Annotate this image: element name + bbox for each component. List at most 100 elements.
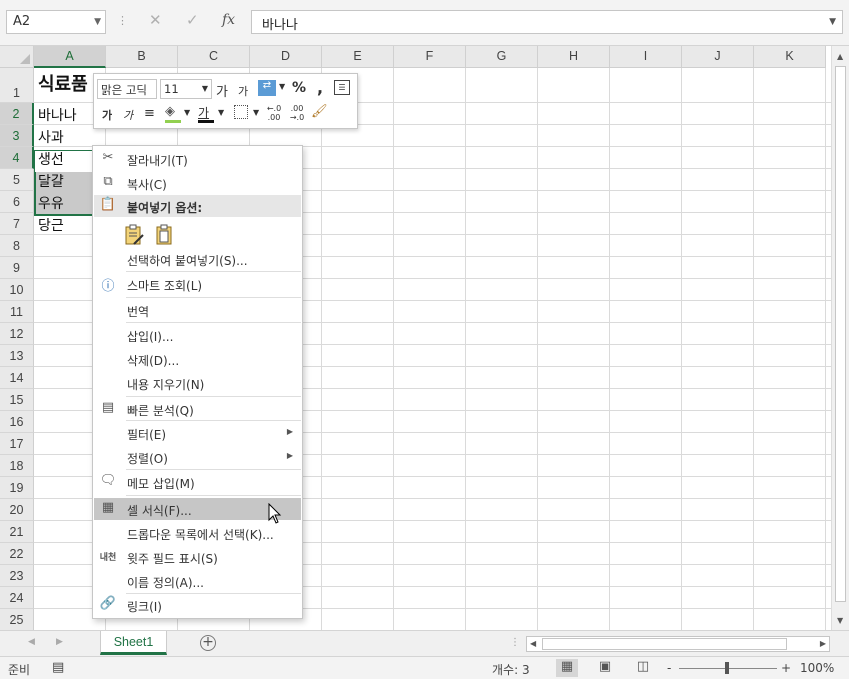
menu-item-translate[interactable]: 번역 — [94, 299, 301, 321]
row-header-2[interactable]: 2 — [0, 103, 34, 125]
enter-icon[interactable]: ✓ — [186, 11, 199, 29]
sheet-tab-sheet1[interactable]: Sheet1 — [100, 631, 167, 655]
row-header-25[interactable]: 25 — [0, 609, 34, 630]
horizontal-scrollbar[interactable]: ◀ ▶ — [526, 636, 830, 652]
menu-item-delete[interactable]: 삭제(D)... — [94, 348, 301, 370]
row-header-17[interactable]: 17 — [0, 433, 34, 455]
menu-item-define-name[interactable]: 이름 정의(A)... — [94, 570, 301, 592]
column-header-k[interactable]: K — [754, 46, 826, 68]
chevron-down-icon[interactable]: ▼ — [218, 108, 224, 117]
row-header-21[interactable]: 21 — [0, 521, 34, 543]
menu-item-quick-analysis[interactable]: ▤ 빠른 분석(Q) — [94, 398, 301, 420]
row-header-15[interactable]: 15 — [0, 389, 34, 411]
scroll-down-icon[interactable]: ▼ — [837, 616, 843, 625]
column-header-g[interactable]: G — [466, 46, 538, 68]
row-header-5[interactable]: 5 — [0, 169, 34, 191]
column-header-a[interactable]: A — [34, 46, 106, 68]
more-options-icon[interactable]: ⋮ — [510, 637, 520, 648]
row-header-18[interactable]: 18 — [0, 455, 34, 477]
column-header-b[interactable]: B — [106, 46, 178, 68]
percent-style-button[interactable]: % — [292, 80, 306, 96]
chevron-down-icon[interactable]: ▼ — [184, 108, 190, 117]
fill-color-icon[interactable]: ◈ — [165, 104, 175, 119]
column-header-d[interactable]: D — [250, 46, 322, 68]
menu-item-insert[interactable]: 삽입(I)... — [94, 324, 301, 346]
row-header-3[interactable]: 3 — [0, 125, 34, 147]
paste-icon[interactable] — [154, 224, 174, 246]
scroll-left-icon[interactable]: ◀ — [530, 639, 536, 648]
menu-item-cut[interactable]: ✂ 잘라내기(T) — [94, 148, 301, 170]
menu-item-sort[interactable]: 정렬(O) ▶ — [94, 446, 301, 468]
add-sheet-icon[interactable]: + — [200, 635, 216, 651]
menu-item-smart-lookup[interactable]: ⓘ 스마트 조회(L) — [94, 273, 301, 295]
row-header-9[interactable]: 9 — [0, 257, 34, 279]
cell-a3[interactable]: 사과 — [34, 127, 64, 147]
row-header-16[interactable]: 16 — [0, 411, 34, 433]
column-header-c[interactable]: C — [178, 46, 250, 68]
table-format-icon[interactable]: ☰ — [334, 80, 350, 95]
decrease-decimal-button[interactable]: .00 →.0 — [288, 104, 306, 122]
cell-a4[interactable]: 생선 — [34, 149, 64, 169]
name-box[interactable]: A2 ▼ — [6, 10, 106, 34]
menu-item-pick-from-list[interactable]: 드롭다운 목록에서 선택(K)... — [94, 522, 301, 544]
expand-formula-icon[interactable]: ▼ — [829, 17, 836, 27]
row-header-10[interactable]: 10 — [0, 279, 34, 301]
borders-icon[interactable] — [234, 105, 248, 119]
italic-button[interactable]: 가 — [123, 107, 133, 123]
chevron-down-icon[interactable]: ▼ — [94, 17, 101, 27]
row-header-13[interactable]: 13 — [0, 345, 34, 367]
page-layout-icon[interactable]: ▣ — [594, 659, 616, 677]
scroll-up-icon[interactable]: ▲ — [837, 52, 843, 61]
row-header-22[interactable]: 22 — [0, 543, 34, 565]
align-center-icon[interactable]: ≡ — [144, 106, 155, 121]
increase-font-button[interactable]: 가 — [216, 81, 228, 100]
page-break-preview-icon[interactable]: ◫ — [632, 659, 654, 677]
menu-item-copy[interactable]: ⧉ 복사(C) — [94, 172, 301, 194]
more-options-icon[interactable]: ⋮ — [117, 14, 128, 27]
row-header-1[interactable]: 1 — [0, 68, 34, 103]
menu-item-paste-special[interactable]: 선택하여 붙여넣기(S)... — [94, 248, 301, 270]
chevron-left-icon[interactable]: ◀ — [28, 637, 35, 647]
menu-item-show-phonetic[interactable]: 내천 윗주 필드 표시(S) — [94, 546, 301, 568]
column-header-e[interactable]: E — [322, 46, 394, 68]
cell-a5[interactable]: 달걀 — [34, 171, 64, 191]
horizontal-scroll-thumb[interactable] — [542, 638, 787, 650]
formula-input[interactable]: 바나나 ▼ — [251, 10, 843, 34]
scroll-right-icon[interactable]: ▶ — [820, 639, 826, 648]
row-header-12[interactable]: 12 — [0, 323, 34, 345]
zoom-slider-thumb[interactable] — [725, 662, 729, 674]
cell-a2[interactable]: 바나나 — [34, 105, 77, 125]
cell-a6[interactable]: 우유 — [34, 193, 64, 213]
zoom-level[interactable]: 100% — [800, 661, 834, 675]
chevron-down-icon[interactable]: ▼ — [253, 108, 259, 117]
cancel-icon[interactable]: ✕ — [149, 11, 162, 29]
chevron-down-icon[interactable]: ▼ — [279, 82, 285, 91]
insert-function-icon[interactable]: fx — [222, 12, 235, 28]
column-header-i[interactable]: I — [610, 46, 682, 68]
row-header-24[interactable]: 24 — [0, 587, 34, 609]
format-painter-icon[interactable]: 🖌 — [311, 104, 328, 119]
row-header-6[interactable]: 6 — [0, 191, 34, 213]
row-header-14[interactable]: 14 — [0, 367, 34, 389]
font-color-button[interactable]: 가 — [198, 104, 209, 121]
menu-item-link[interactable]: 🔗 링크(I) — [94, 594, 301, 616]
row-header-8[interactable]: 8 — [0, 235, 34, 257]
cell-a1[interactable]: 식료품 — [34, 70, 88, 96]
vertical-scrollbar[interactable]: ▲ ▼ — [831, 46, 849, 630]
menu-item-filter[interactable]: 필터(E) ▶ — [94, 422, 301, 444]
bold-button[interactable]: 가 — [102, 107, 112, 123]
paste-formatting-icon[interactable] — [124, 224, 144, 246]
column-header-h[interactable]: H — [538, 46, 610, 68]
cell-a7[interactable]: 당근 — [34, 215, 64, 235]
increase-decimal-button[interactable]: ←.0 .00 — [265, 104, 283, 122]
column-header-f[interactable]: F — [394, 46, 466, 68]
row-header-11[interactable]: 11 — [0, 301, 34, 323]
vertical-scroll-thumb[interactable] — [835, 66, 846, 602]
font-name-box[interactable]: 맑은 고딕 — [97, 79, 157, 99]
row-header-20[interactable]: 20 — [0, 499, 34, 521]
decrease-font-button[interactable]: 가 — [238, 83, 248, 99]
chevron-down-icon[interactable]: ▼ — [202, 84, 208, 93]
select-all-corner[interactable] — [0, 46, 34, 68]
column-header-j[interactable]: J — [682, 46, 754, 68]
macro-record-icon[interactable]: ▤ — [52, 660, 64, 675]
